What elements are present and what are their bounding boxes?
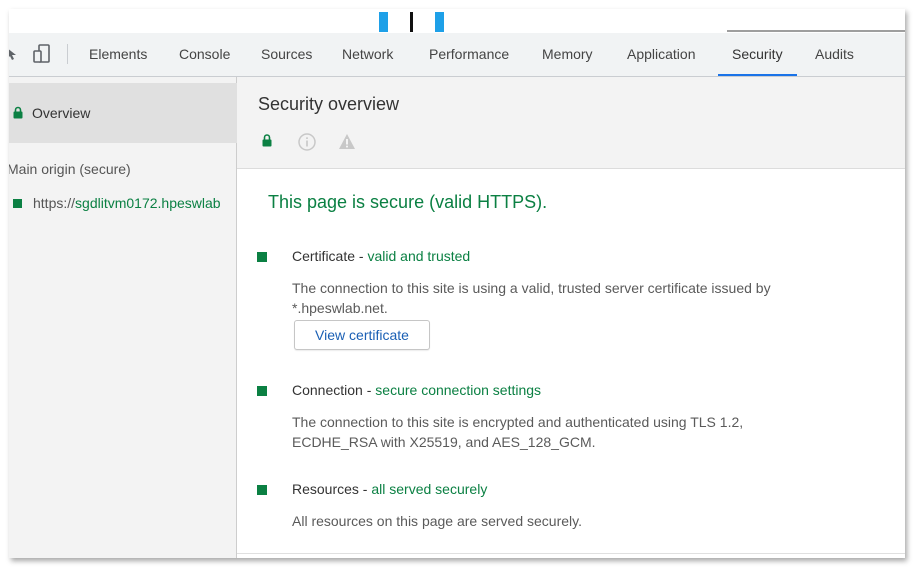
section-separator: - [358, 481, 372, 497]
tab-sources[interactable]: Sources [261, 33, 312, 75]
origin-host: sgdlitvm0172.hpeswlab [75, 195, 221, 211]
tab-security[interactable]: Security [718, 33, 797, 76]
origin-scheme: https:// [33, 195, 76, 211]
section-heading: Resources - all served securely [292, 481, 487, 497]
tab-label: Security [732, 46, 783, 62]
active-tab-indicator [718, 74, 797, 76]
sidebar-item-origin[interactable]: https://sgdlitvm0172.hpeswlab [13, 195, 221, 211]
inspect-element-icon[interactable] [9, 33, 23, 75]
toolbar-separator [67, 44, 68, 64]
tab-label: Elements [89, 46, 148, 62]
section-summary: secure connection settings [375, 382, 542, 398]
info-icon [298, 133, 316, 155]
devtools-tabbar: Elements Console Sources Network Perform… [9, 33, 905, 77]
section-description: The connection to this site is encrypted… [292, 414, 744, 450]
security-summary: This page is secure (valid HTTPS). [268, 192, 548, 212]
tab-label: Network [342, 46, 394, 62]
secure-status-square-icon [13, 198, 22, 208]
sidebar-item-overview[interactable]: Overview [9, 83, 237, 143]
warning-icon [338, 133, 356, 154]
page-element-black [410, 12, 413, 32]
tab-label: Sources [261, 46, 313, 62]
page-title: Security overview [258, 94, 400, 114]
tab-application[interactable]: Application [627, 33, 696, 75]
section-title: Connection [292, 382, 363, 398]
tab-elements[interactable]: Elements [89, 33, 147, 75]
page-element-blue [435, 12, 444, 32]
view-certificate-button[interactable]: View certificate [294, 320, 430, 350]
section-summary: all served securely [371, 481, 488, 497]
section-title: Resources [292, 481, 359, 497]
secure-status-square-icon [257, 252, 267, 262]
security-overview-header: Security overview [237, 77, 905, 169]
page-element-blue [379, 12, 388, 32]
section-separator: - [355, 248, 368, 264]
security-main-panel: Security overview This page is secure (v… [237, 77, 905, 558]
lock-icon [262, 132, 272, 151]
tab-memory[interactable]: Memory [542, 33, 593, 75]
sidebar-item-label: Overview [32, 105, 91, 121]
secure-status-square-icon [257, 485, 267, 495]
tab-label: Memory [542, 46, 593, 62]
tab-label: Application [627, 46, 696, 62]
tab-performance[interactable]: Performance [429, 33, 509, 75]
section-separator: - [362, 382, 376, 398]
section-heading: Connection - secure connection settings [292, 382, 541, 398]
tab-label: Audits [815, 46, 854, 62]
security-sidebar: Overview Main origin (secure) https://sg… [9, 77, 237, 558]
page-content-strip [9, 9, 905, 33]
tab-label: Console [179, 46, 231, 62]
tab-network[interactable]: Network [342, 33, 393, 75]
device-toolbar-icon[interactable] [31, 33, 53, 75]
section-description: All resources on this page are served se… [292, 513, 582, 529]
tab-audits[interactable]: Audits [815, 33, 854, 75]
devtools-window: Elements Console Sources Network Perform… [9, 9, 905, 558]
page-divider [727, 30, 905, 32]
section-heading: Certificate - valid and trusted [292, 248, 470, 264]
main-origin-heading: Main origin (secure) [9, 161, 131, 177]
tab-console[interactable]: Console [179, 33, 230, 75]
section-title: Certificate [292, 248, 356, 264]
tab-label: Performance [429, 46, 510, 62]
section-summary: valid and trusted [367, 248, 471, 264]
section-description: The connection to this site is using a v… [292, 280, 771, 316]
panel-bottom-divider [237, 553, 905, 554]
secure-status-square-icon [257, 386, 267, 396]
lock-icon [13, 104, 23, 123]
